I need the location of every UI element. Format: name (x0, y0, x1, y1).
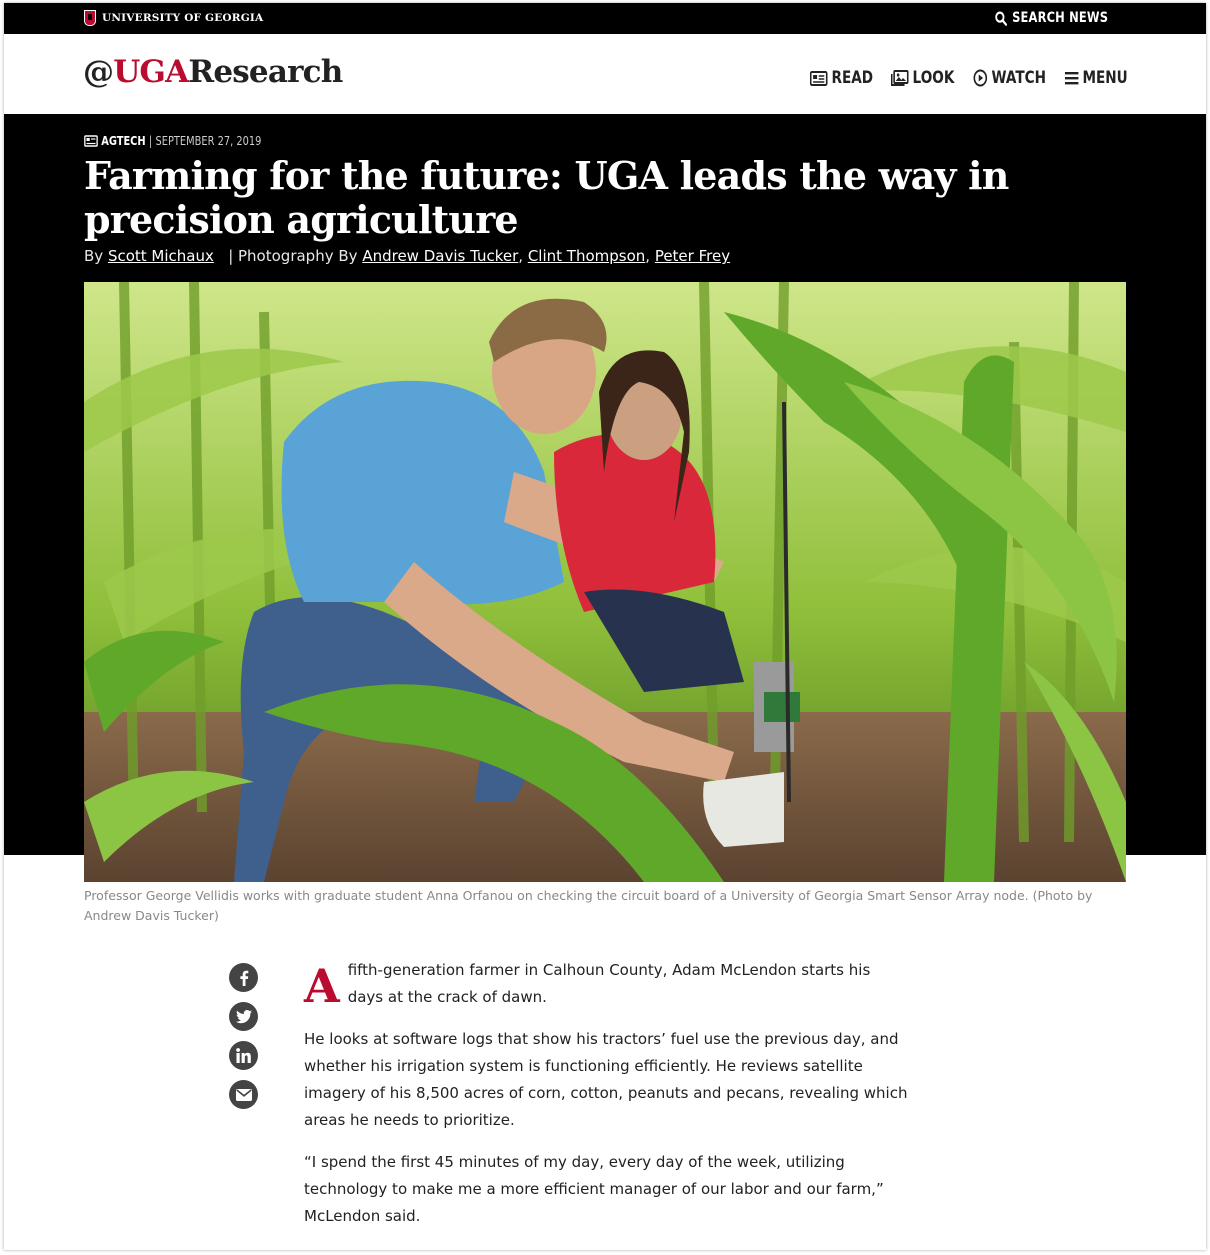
share-linkedin-button[interactable] (229, 1041, 258, 1070)
images-icon (890, 70, 909, 86)
newspaper-icon (809, 70, 828, 86)
page-frame: UNIVERSITY OF GEORGIA SEARCH NEWS @UGARe… (4, 3, 1206, 1250)
hamburger-icon (1065, 72, 1079, 85)
article-body: Afifth-generation farmer in Calhoun Coun… (304, 957, 909, 1245)
paragraph-1-text: fifth-generation farmer in Calhoun Count… (347, 961, 871, 1006)
nav-menu[interactable]: MENU (1065, 68, 1128, 88)
university-name: UNIVERSITY OF GEORGIA (102, 12, 264, 24)
nav-menu-label: MENU (1082, 68, 1129, 88)
byline-by: By (84, 247, 104, 265)
article-paragraph: Afifth-generation farmer in Calhoun Coun… (304, 957, 909, 1011)
article-category[interactable]: AGTECH (101, 134, 145, 148)
linkedin-icon (236, 1048, 251, 1063)
top-bar: UNIVERSITY OF GEORGIA SEARCH NEWS (4, 3, 1206, 34)
meta-separator: | (148, 134, 153, 148)
main-nav: READ LOOK WATCH MENU (808, 68, 1130, 88)
share-bar (229, 963, 258, 1109)
author-link[interactable]: Scott Michaux (108, 247, 214, 265)
photographer-link[interactable]: Clint Thompson (528, 247, 645, 265)
nav-read-label: READ (831, 68, 874, 88)
drop-cap: A (304, 959, 340, 1013)
article-paragraph: “I spend the first 45 minutes of my day,… (304, 1153, 884, 1225)
article-meta: AGTECH | SEPTEMBER 27, 2019 (84, 134, 261, 148)
search-news-link[interactable]: SEARCH NEWS (995, 10, 1108, 26)
uga-brand-link[interactable]: UNIVERSITY OF GEORGIA (84, 8, 263, 28)
share-email-button[interactable] (229, 1080, 258, 1109)
logo-suffix: Research (188, 54, 343, 90)
site-header: @UGAResearch READ LOOK WATCH MENU (4, 34, 1206, 114)
site-logo[interactable]: @UGAResearch (83, 54, 343, 90)
hero-photo (84, 282, 1126, 882)
logo-prefix: @ (83, 54, 114, 90)
nav-look-label: LOOK (912, 68, 955, 88)
logo-uga: UGA (113, 54, 189, 90)
category-newspaper-icon (84, 135, 98, 147)
photo-caption: Professor George Vellidis works with gra… (84, 888, 1093, 923)
article-paragraph: He looks at software logs that show his … (304, 1030, 908, 1129)
share-facebook-button[interactable] (229, 963, 258, 992)
uga-shield-icon (84, 10, 96, 26)
facebook-icon (239, 970, 248, 986)
article-headline: Farming for the future: UGA leads the wa… (84, 153, 1009, 242)
nav-watch[interactable]: WATCH (973, 68, 1046, 88)
twitter-icon (235, 1009, 252, 1023)
email-icon (235, 1088, 252, 1101)
photography-prefix: | Photography By (228, 247, 358, 265)
nav-watch-label: WATCH (991, 68, 1047, 88)
nav-read[interactable]: READ (809, 68, 874, 88)
search-news-label: SEARCH NEWS (1011, 10, 1108, 26)
nav-look[interactable]: LOOK (890, 68, 955, 88)
search-icon (995, 10, 1007, 26)
photographer-link[interactable]: Andrew Davis Tucker (362, 247, 518, 265)
photographer-link[interactable]: Peter Frey (655, 247, 730, 265)
article-date: SEPTEMBER 27, 2019 (155, 134, 262, 148)
share-twitter-button[interactable] (229, 1002, 258, 1031)
cornfield-photo-illustration (84, 282, 1126, 882)
byline: By Scott Michaux | Photography By Andrew… (84, 247, 731, 265)
play-circle-icon (973, 69, 988, 87)
